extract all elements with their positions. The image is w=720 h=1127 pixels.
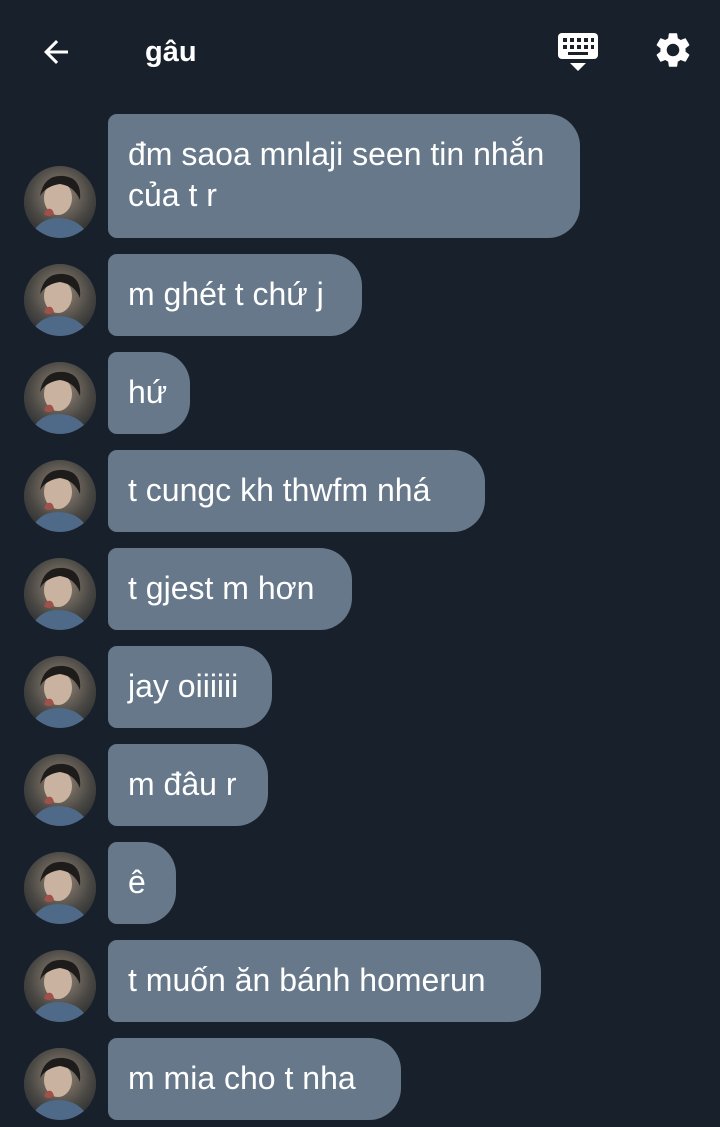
message-bubble[interactable]: m ghét t chứ j (108, 254, 362, 336)
avatar-image (24, 460, 96, 532)
avatar[interactable] (24, 950, 96, 1022)
avatar[interactable] (24, 460, 96, 532)
keyboard-button[interactable] (550, 24, 606, 80)
message-bubble[interactable]: m mia cho t nha (108, 1038, 401, 1120)
message-bubble[interactable]: ê (108, 842, 176, 924)
message-bubble[interactable]: t gjest m hơn (108, 548, 352, 630)
message-bubble[interactable]: jay oiiiiii (108, 646, 272, 728)
message-row: m ghét t chứ j (0, 254, 720, 336)
avatar[interactable] (24, 166, 96, 238)
message-row: hứ (0, 352, 720, 434)
avatar-image (24, 754, 96, 826)
avatar-image (24, 362, 96, 434)
message-row: t gjest m hơn (0, 548, 720, 630)
avatar-image (24, 950, 96, 1022)
avatar-image (24, 166, 96, 238)
avatar[interactable] (24, 558, 96, 630)
keyboard-icon (558, 33, 598, 71)
avatar-image (24, 656, 96, 728)
message-row: t cungc kh thwfm nhá (0, 450, 720, 532)
avatar[interactable] (24, 852, 96, 924)
avatar-image (24, 1048, 96, 1120)
message-row: m mia cho t nha (0, 1038, 720, 1120)
message-bubble[interactable]: t cungc kh thwfm nhá (108, 450, 485, 532)
avatar[interactable] (24, 754, 96, 826)
message-bubble[interactable]: đm saoa mnlaji seen tin nhắn của t r (108, 114, 580, 238)
avatar[interactable] (24, 1048, 96, 1120)
avatar[interactable] (24, 656, 96, 728)
message-bubble[interactable]: m đâu r (108, 744, 268, 826)
message-row: m đâu r (0, 744, 720, 826)
message-bubble[interactable]: t muốn ăn bánh homerun (108, 940, 541, 1022)
message-row: jay oiiiiii (0, 646, 720, 728)
settings-button[interactable] (645, 22, 701, 78)
avatar[interactable] (24, 362, 96, 434)
message-row: ê (0, 842, 720, 924)
avatar-image (24, 558, 96, 630)
chat-title: gâu (145, 36, 197, 68)
gear-icon (656, 33, 690, 67)
top-bar: gâu (0, 0, 720, 104)
message-row: đm saoa mnlaji seen tin nhắn của t r (0, 114, 720, 238)
avatar[interactable] (24, 264, 96, 336)
back-button[interactable] (28, 24, 84, 80)
avatar-image (24, 264, 96, 336)
message-row: t muốn ăn bánh homerun (0, 940, 720, 1022)
avatar-image (24, 852, 96, 924)
message-bubble[interactable]: hứ (108, 352, 190, 434)
arrow-left-icon (44, 40, 68, 64)
